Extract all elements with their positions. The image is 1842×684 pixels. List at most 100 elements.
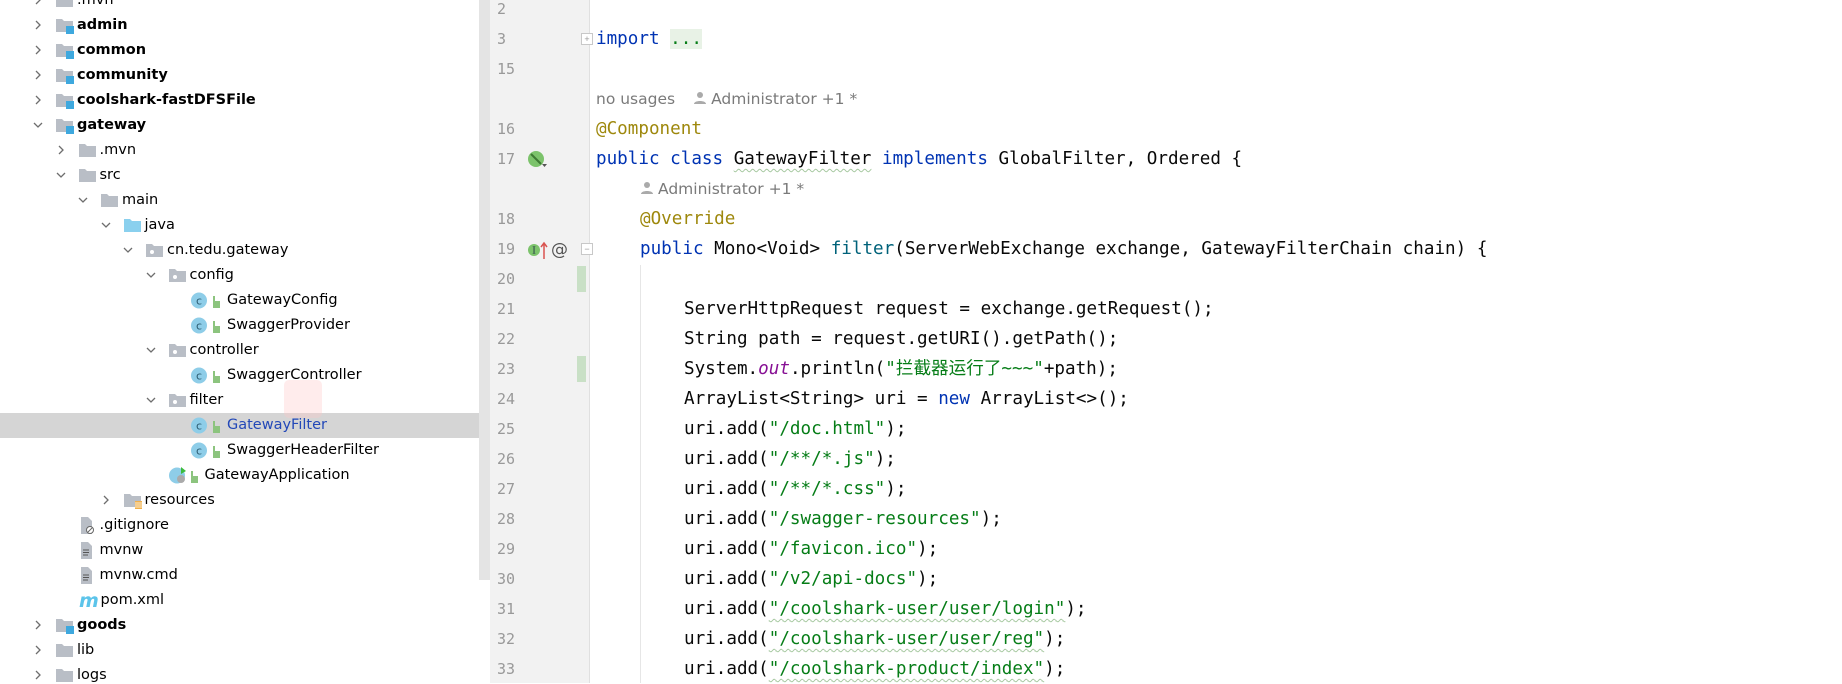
tree-item[interactable]: resources (0, 488, 490, 513)
package-icon (168, 392, 187, 409)
tree-item[interactable]: config (0, 263, 490, 288)
class-icon: c (191, 317, 220, 334)
code-line[interactable]: public class GatewayFilter implements Gl… (596, 144, 1242, 174)
code-line[interactable]: @Override (640, 204, 735, 234)
tree-item-label: filter (189, 392, 224, 408)
code-line[interactable]: uri.add("/doc.html"); (684, 414, 906, 444)
code-token-plain: (ServerWebExchange exchange, GatewayFilt… (894, 239, 1488, 259)
folder-icon (78, 142, 97, 159)
code-line[interactable]: uri.add("/favicon.ico"); (684, 534, 938, 564)
svg-text:m: m (79, 592, 99, 609)
change-marker[interactable] (577, 356, 586, 382)
chevron-down-icon[interactable] (121, 238, 135, 263)
spring-bean-icon[interactable] (527, 150, 551, 175)
code-token-plain: String path = request.getURI().getPath()… (684, 329, 1119, 349)
module-folder-icon (56, 92, 74, 109)
chevron-down-icon[interactable] (144, 388, 158, 413)
tree-item[interactable]: main (0, 188, 490, 213)
tree-item[interactable]: coolshark-fastDFSFile (0, 88, 490, 113)
tree-item[interactable]: c SwaggerController (0, 363, 490, 388)
code-line[interactable]: String path = request.getURI().getPath()… (684, 324, 1118, 354)
tree-item[interactable]: logs (0, 663, 490, 683)
chevron-right-icon[interactable] (31, 63, 45, 88)
chevron-right-icon[interactable] (31, 613, 45, 638)
tree-item[interactable]: java (0, 213, 490, 238)
code-vision-hint[interactable]: no usages Administrator +1 * (596, 84, 857, 114)
code-line[interactable]: uri.add("/coolshark-user/user/reg"); (684, 624, 1065, 654)
tree-item-label: SwaggerProvider (227, 317, 350, 333)
tree-item[interactable]: m pom.xml (0, 588, 490, 613)
tree-item[interactable]: lib (0, 638, 490, 663)
tree-item[interactable]: admin (0, 13, 490, 38)
code-line[interactable]: uri.add("/coolshark-user/user/login"); (684, 594, 1087, 624)
chevron-right-icon[interactable] (31, 38, 45, 63)
fold-expand-icon[interactable]: + (581, 33, 593, 45)
tree-item[interactable]: controller (0, 338, 490, 363)
code-line[interactable]: uri.add("/coolshark-product/index"); (684, 654, 1065, 684)
tree-item[interactable]: GatewayApplication (0, 463, 490, 488)
chevron-down-icon[interactable] (99, 213, 113, 238)
chevron-down-icon[interactable] (76, 188, 90, 213)
line-number: 19 (497, 240, 516, 258)
code-line[interactable]: System.out.println("拦截器运行了~~~"+path); (684, 354, 1118, 384)
text-file-icon (79, 567, 97, 584)
code-line[interactable]: uri.add("/**/*.css"); (684, 474, 906, 504)
code-line[interactable]: uri.add("/**/*.js"); (684, 444, 896, 474)
code-vision-hint[interactable]: Administrator +1 * (640, 174, 804, 204)
tree-item[interactable]: filter (0, 388, 490, 413)
tree-item[interactable]: c SwaggerProvider (0, 313, 490, 338)
code-line[interactable]: import ... (596, 24, 702, 54)
class-icon: c (191, 417, 220, 434)
tree-scrollbar[interactable] (479, 0, 490, 580)
chevron-right-icon[interactable] (31, 88, 45, 113)
tree-item[interactable]: gateway (0, 113, 490, 138)
author-hint[interactable]: Administrator +1 * (658, 180, 804, 198)
tree-item[interactable]: mvnw.cmd (0, 563, 490, 588)
code-token-plain: ); (1044, 659, 1066, 679)
chevron-right-icon[interactable] (99, 488, 113, 513)
tree-item[interactable]: cn.tedu.gateway (0, 238, 490, 263)
tree-item[interactable]: .gitignore (0, 513, 490, 538)
chevron-down-icon[interactable] (31, 113, 45, 138)
code-line[interactable]: ArrayList<String> uri = new ArrayList<>(… (684, 384, 1129, 414)
tree-item[interactable]: .mvn (0, 0, 490, 13)
chevron-right-icon[interactable] (31, 638, 45, 663)
fold-collapse-icon[interactable]: − (581, 243, 593, 255)
class-icon: c (191, 367, 220, 384)
chevron-down-icon[interactable] (144, 263, 158, 288)
implements-override-icon[interactable]: I @ (527, 240, 577, 265)
chevron-down-icon[interactable] (144, 338, 158, 363)
folder-icon (56, 642, 74, 659)
tree-item-label: .mvn (77, 0, 114, 8)
search-overlay-icon (284, 380, 322, 418)
tree-item-label: goods (77, 617, 127, 633)
tree-item[interactable]: c SwaggerHeaderFilter (0, 438, 490, 463)
line-number: 31 (497, 600, 516, 618)
chevron-right-icon[interactable] (54, 138, 68, 163)
code-token-plain: ); (1065, 599, 1087, 619)
tree-item[interactable]: mvnw (0, 538, 490, 563)
tree-item[interactable]: goods (0, 613, 490, 638)
code-line[interactable]: ServerHttpRequest request = exchange.get… (684, 294, 1214, 324)
chevron-right-icon[interactable] (31, 663, 45, 683)
tree-item[interactable]: src (0, 163, 490, 188)
tree-item[interactable]: c GatewayFilter (0, 413, 490, 438)
code-line[interactable]: public Mono<Void> filter(ServerWebExchan… (640, 234, 1487, 264)
tree-item[interactable]: common (0, 38, 490, 63)
chevron-right-icon[interactable] (31, 0, 45, 13)
usages-hint[interactable]: no usages (596, 90, 675, 108)
code-line[interactable]: uri.add("/v2/api-docs"); (684, 564, 938, 594)
author-hint[interactable]: Administrator +1 * (711, 90, 857, 108)
code-token-plain: System. (684, 359, 759, 379)
project-tree[interactable]: .mvn admin common community coolshark-fastDF… (0, 0, 490, 683)
code-line[interactable]: uri.add("/swagger-resources"); (684, 504, 1002, 534)
chevron-right-icon[interactable] (31, 13, 45, 38)
code-line[interactable]: @Component (596, 114, 702, 144)
code-token-plain: uri.add( (684, 569, 769, 589)
tree-item[interactable]: .mvn (0, 138, 490, 163)
tree-item[interactable]: community (0, 63, 490, 88)
line-number: 3 (497, 30, 507, 48)
chevron-down-icon[interactable] (54, 163, 68, 188)
change-marker[interactable] (577, 266, 586, 292)
tree-item[interactable]: c GatewayConfig (0, 288, 490, 313)
